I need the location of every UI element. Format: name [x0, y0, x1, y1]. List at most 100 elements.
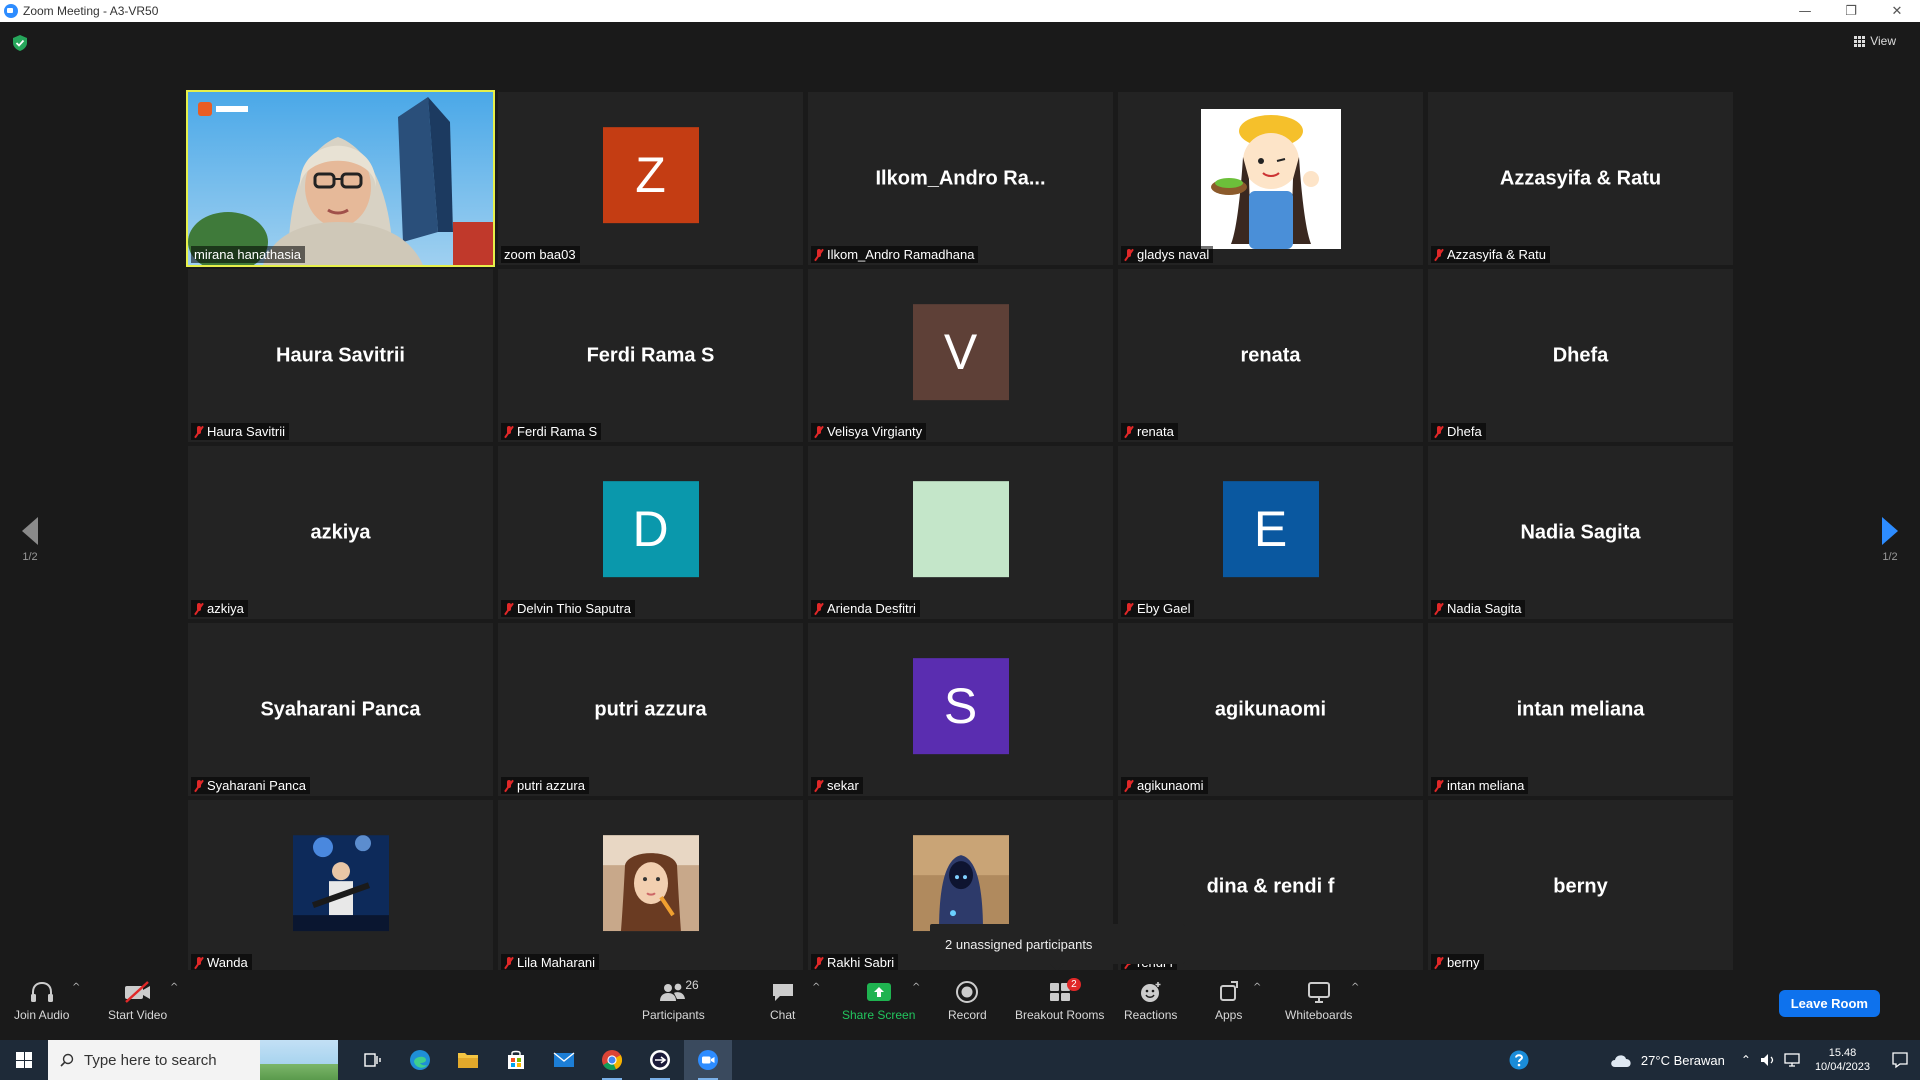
- mail-button[interactable]: [540, 1040, 588, 1080]
- participant-name: azkiya: [207, 601, 244, 616]
- apps-button[interactable]: Apps: [1215, 978, 1242, 1022]
- participant-display-name: agikunaomi: [1214, 698, 1327, 720]
- participant-name: Rakhi Sabri: [827, 955, 895, 970]
- view-button[interactable]: View: [1854, 34, 1896, 48]
- view-label: View: [1870, 34, 1896, 48]
- chrome-button[interactable]: [588, 1040, 636, 1080]
- participant-tile[interactable]: berny berny: [1428, 800, 1733, 973]
- avatar-image: [292, 834, 389, 931]
- chat-options-caret[interactable]: ^: [812, 982, 820, 993]
- arrow-left-icon: [22, 517, 38, 545]
- avatar: V: [912, 303, 1009, 400]
- participant-name-label: Eby Gael: [1121, 600, 1195, 617]
- participant-tile[interactable]: Wanda: [188, 800, 493, 973]
- participant-tile[interactable]: V Velisya Virgianty: [808, 269, 1113, 442]
- avatar: E: [1222, 480, 1319, 577]
- chrome-icon: [602, 1050, 623, 1071]
- chat-button[interactable]: Chat: [770, 978, 795, 1022]
- close-button[interactable]: ✕: [1874, 0, 1920, 22]
- start-button[interactable]: [0, 1040, 48, 1080]
- participant-name-label: agikunaomi: [1121, 777, 1208, 794]
- participant-tile[interactable]: Haura Savitrii Haura Savitrii: [188, 269, 493, 442]
- mic-muted-icon: [1434, 425, 1444, 438]
- participant-name-label: sekar: [811, 777, 863, 794]
- participant-display-name: Haura Savitrii: [276, 344, 405, 366]
- shield-icon[interactable]: [13, 35, 27, 51]
- file-explorer-button[interactable]: [444, 1040, 492, 1080]
- chevron-up-icon[interactable]: ⌃: [1741, 1053, 1751, 1067]
- participant-name-label: Ferdi Rama S: [501, 423, 602, 440]
- participant-tile[interactable]: Dhefa Dhefa: [1428, 269, 1733, 442]
- avatar: [912, 480, 1009, 577]
- store-icon: [508, 1050, 524, 1069]
- mic-muted-icon: [1124, 425, 1134, 438]
- audio-options-caret[interactable]: ^: [72, 982, 80, 993]
- edge-button[interactable]: [396, 1040, 444, 1080]
- participant-name: Eby Gael: [1137, 601, 1191, 616]
- participant-name: Haura Savitrii: [207, 424, 286, 439]
- task-view-button[interactable]: [348, 1040, 396, 1080]
- participant-name: mirana hanathasia: [194, 247, 301, 262]
- restore-button[interactable]: ❐: [1828, 0, 1874, 22]
- leave-room-button[interactable]: Leave Room: [1778, 990, 1880, 1017]
- breakout-rooms-button[interactable]: 2 Breakout Rooms: [1015, 978, 1104, 1022]
- participant-tile[interactable]: Zzoom baa03: [498, 92, 803, 265]
- participant-tile[interactable]: azkiya azkiya: [188, 446, 493, 619]
- record-button[interactable]: Record: [948, 978, 987, 1022]
- participant-tile[interactable]: agikunaomi agikunaomi: [1118, 623, 1423, 796]
- participant-tile[interactable]: D Delvin Thio Saputra: [498, 446, 803, 619]
- taskbar-search[interactable]: Type here to search: [48, 1040, 338, 1080]
- mic-muted-icon: [504, 956, 514, 969]
- participant-name: renata: [1137, 424, 1174, 439]
- start-video-button[interactable]: Start Video: [108, 978, 167, 1022]
- participant-name: Wanda: [207, 955, 248, 970]
- participant-name-label: Arienda Desfitri: [811, 600, 920, 617]
- next-page-button[interactable]: 1/2: [1870, 517, 1910, 563]
- participant-tile[interactable]: E Eby Gael: [1118, 446, 1423, 619]
- weather-text[interactable]: 27°C Berawan: [1641, 1053, 1725, 1068]
- whiteboards-button[interactable]: Whiteboards: [1285, 978, 1352, 1022]
- participant-tile[interactable]: Ferdi Rama S Ferdi Rama S: [498, 269, 803, 442]
- apps-options-caret[interactable]: ^: [1253, 982, 1261, 993]
- chat-icon: [772, 984, 793, 1001]
- avatar: D: [602, 480, 699, 577]
- participant-tile[interactable]: Arienda Desfitri: [808, 446, 1113, 619]
- zoom-app-icon: [4, 4, 18, 18]
- participant-name: Nadia Sagita: [1447, 601, 1522, 616]
- system-clock[interactable]: 15.48 10/04/2023: [1815, 1046, 1870, 1074]
- store-button[interactable]: [492, 1040, 540, 1080]
- participants-label: Participants: [642, 1008, 705, 1022]
- participant-tile[interactable]: Nadia Sagita Nadia Sagita: [1428, 446, 1733, 619]
- participant-name-label: putri azzura: [501, 777, 589, 794]
- page-indicator-right: 1/2: [1882, 551, 1898, 563]
- participant-tile[interactable]: intan meliana intan meliana: [1428, 623, 1733, 796]
- previous-page-button[interactable]: 1/2: [10, 517, 50, 563]
- participant-tile[interactable]: mirana hanathasia: [186, 90, 495, 267]
- participant-tile[interactable]: Ssekar: [808, 623, 1113, 796]
- participant-tile[interactable]: Ilkom_Andro Ra... Ilkom_Andro Ramadhana: [808, 92, 1113, 265]
- participant-name: agikunaomi: [1137, 778, 1204, 793]
- participant-tile[interactable]: Syaharani Panca Syaharani Panca: [188, 623, 493, 796]
- participant-name-label: Ilkom_Andro Ramadhana: [811, 246, 979, 263]
- page-indicator-left: 1/2: [22, 551, 38, 563]
- speaker-icon[interactable]: [1759, 1052, 1777, 1068]
- participants-button[interactable]: 26 Participants: [642, 978, 705, 1022]
- help-tray-button[interactable]: [1499, 1040, 1539, 1080]
- participant-tile[interactable]: Azzasyifa & Ratu Azzasyifa & Ratu: [1428, 92, 1733, 265]
- share-screen-button[interactable]: Share Screen: [842, 978, 915, 1022]
- app-button[interactable]: [636, 1040, 684, 1080]
- participant-tile[interactable]: gladys naval: [1118, 92, 1423, 265]
- join-audio-button[interactable]: Join Audio: [14, 978, 69, 1022]
- notifications-button[interactable]: [1880, 1040, 1920, 1080]
- share-options-caret[interactable]: ^: [912, 982, 920, 993]
- zoom-taskbar-button[interactable]: [684, 1040, 732, 1080]
- video-options-caret[interactable]: ^: [170, 982, 178, 993]
- minimize-button[interactable]: —: [1782, 0, 1828, 22]
- participant-tile[interactable]: Lila Maharani: [498, 800, 803, 973]
- participant-tile[interactable]: renata renata: [1118, 269, 1423, 442]
- participant-tile[interactable]: putri azzura putri azzura: [498, 623, 803, 796]
- whiteboards-options-caret[interactable]: ^: [1351, 982, 1359, 993]
- share-screen-label: Share Screen: [842, 1008, 916, 1022]
- reactions-button[interactable]: Reactions: [1124, 978, 1177, 1022]
- network-icon[interactable]: [1783, 1052, 1801, 1068]
